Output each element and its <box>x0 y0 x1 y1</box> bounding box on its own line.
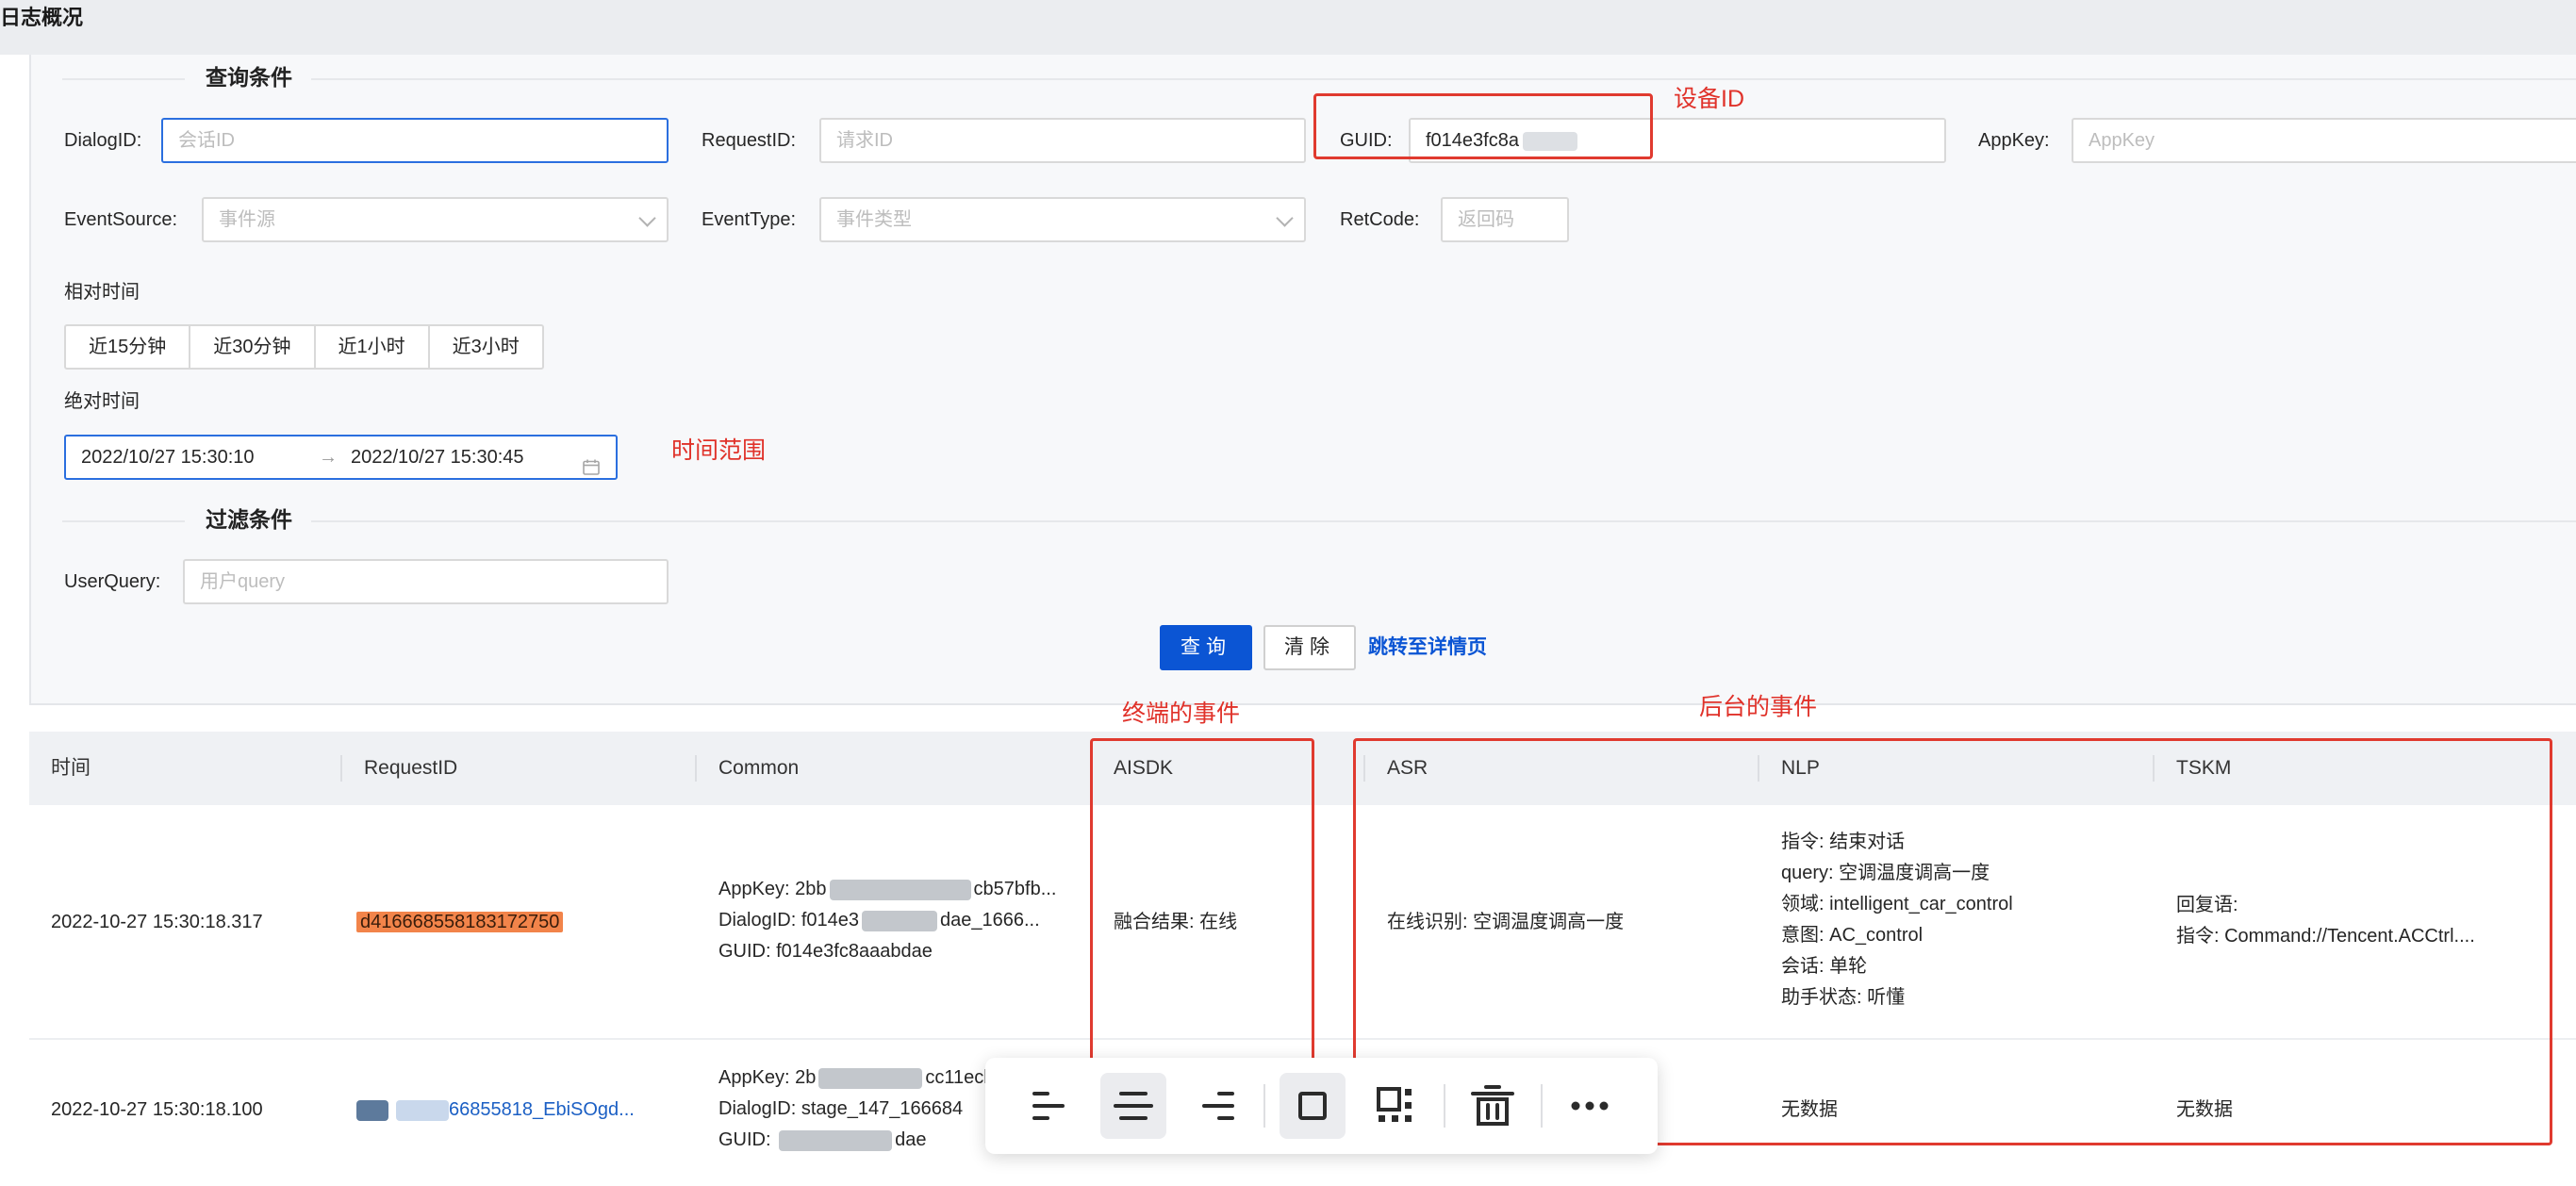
row1-common-appkey: AppKey: 2bb cb57bfb... <box>718 879 1057 900</box>
align-center-icon <box>1114 1092 1153 1120</box>
more-icon <box>1571 1101 1609 1111</box>
relative-time-15min[interactable]: 近15分钟 <box>64 324 191 370</box>
range-start[interactable]: 2022/10/27 15:30:10 <box>81 437 255 478</box>
relative-time-label: 相对时间 <box>64 282 140 303</box>
row1-common-dialogid: DialogID: f014e3 dae_1666... <box>718 910 1040 931</box>
column-separator <box>340 755 342 782</box>
align-left-button[interactable] <box>1016 1073 1082 1139</box>
section-divider <box>62 78 185 80</box>
redacted-text <box>818 1067 923 1089</box>
query-button[interactable]: 查询 <box>1160 625 1252 670</box>
relative-time-3h[interactable]: 近3小时 <box>427 324 544 370</box>
row2-common-dialogid: DialogID: stage_147_166684 <box>718 1098 964 1119</box>
request-id-input[interactable]: 请求ID <box>819 118 1306 163</box>
redacted-text <box>829 879 971 900</box>
section-divider <box>311 78 2576 80</box>
relative-time-group: 近15分钟 近30分钟 近1小时 近3小时 <box>64 324 544 370</box>
event-type-select[interactable]: 事件类型 <box>819 197 1306 242</box>
redacted-text <box>396 1099 449 1121</box>
time-range-annotation: 时间范围 <box>671 437 767 464</box>
device-id-highlight-box <box>1313 93 1653 159</box>
user-query-label: UserQuery: <box>64 571 161 592</box>
align-right-icon <box>1202 1092 1234 1120</box>
toolbar-separator <box>1263 1084 1265 1128</box>
section-divider <box>311 520 2576 522</box>
absolute-time-label: 绝对时间 <box>64 391 140 412</box>
row2-common-guid: GUID: dae <box>718 1129 927 1151</box>
row2-request-id[interactable]: 66855818_EbiSOgd... <box>356 1095 677 1126</box>
query-section-title: 查询条件 <box>206 65 292 90</box>
align-right-button[interactable] <box>1185 1073 1251 1139</box>
section-divider <box>62 520 185 522</box>
user-query-input[interactable]: 用户query <box>183 559 669 604</box>
toolbar-separator <box>1541 1084 1543 1128</box>
align-left-icon <box>1032 1092 1065 1120</box>
backend-events-annotation: 后台的事件 <box>1699 694 1818 720</box>
row2-common: AppKey: 2b cc11ecl DialogID: stage_147_16… <box>718 1062 992 1156</box>
event-type-label: EventType: <box>702 209 797 230</box>
filter-section-title: 过滤条件 <box>206 507 292 532</box>
page-title: 日志概况 <box>0 6 84 29</box>
delete-icon <box>1471 1085 1514 1126</box>
delete-button[interactable] <box>1460 1073 1526 1139</box>
floating-toolbar <box>985 1058 1658 1154</box>
row2-time: 2022-10-27 15:30:18.100 <box>51 1099 263 1120</box>
frame-button[interactable] <box>1280 1073 1346 1139</box>
more-button[interactable] <box>1557 1073 1623 1139</box>
row1-request-id[interactable]: d416668558183172750 <box>356 907 668 938</box>
request-id-label: RequestID: <box>702 130 797 151</box>
dialog-id-input[interactable]: 会话ID <box>161 118 669 163</box>
clear-button[interactable]: 清除 <box>1263 625 1356 670</box>
client-events-annotation: 终端的事件 <box>1122 700 1241 727</box>
date-range-picker[interactable]: 2022/10/27 15:30:10 → 2022/10/27 15:30:4… <box>64 435 618 480</box>
column-header-common: Common <box>718 757 800 779</box>
qr-layout-icon <box>1377 1087 1412 1122</box>
detail-page-link[interactable]: 跳转至详情页 <box>1368 625 1487 670</box>
dialog-id-label: DialogID: <box>64 130 142 151</box>
toolbar-separator <box>1444 1084 1445 1128</box>
top-bar <box>0 0 2576 55</box>
client-events-highlight-box <box>1090 738 1314 1063</box>
layout-button[interactable] <box>1362 1073 1428 1139</box>
app-key-label: AppKey: <box>1978 130 2050 151</box>
row1-common: AppKey: 2bb cb57bfb... DialogID: f014e3 da… <box>718 874 1082 967</box>
event-source-select[interactable]: 事件源 <box>202 197 669 242</box>
app-key-input[interactable]: AppKey <box>2072 118 2576 163</box>
ret-code-label: RetCode: <box>1340 209 1420 230</box>
row1-common-guid: GUID: f014e3fc8aaabdae <box>718 941 933 962</box>
column-header-request-id: RequestID <box>364 757 458 779</box>
ret-code-input[interactable]: 返回码 <box>1441 197 1569 242</box>
column-header-time: 时间 <box>51 757 91 779</box>
chevron-down-icon <box>1276 209 1294 227</box>
chevron-down-icon <box>638 209 656 227</box>
event-source-label: EventSource: <box>64 209 178 230</box>
row1-time: 2022-10-27 15:30:18.317 <box>51 912 263 932</box>
device-id-annotation: 设备ID <box>1674 86 1745 112</box>
redacted-text <box>779 1129 893 1151</box>
range-end[interactable]: 2022/10/27 15:30:45 <box>351 437 524 478</box>
relative-time-30min[interactable]: 近30分钟 <box>189 324 316 370</box>
range-arrow-icon: → <box>319 447 338 468</box>
align-center-button[interactable] <box>1100 1073 1166 1139</box>
frame-icon <box>1298 1092 1327 1120</box>
calendar-icon[interactable] <box>583 449 600 475</box>
relative-time-1h[interactable]: 近1小时 <box>313 324 430 370</box>
redacted-text <box>356 1099 388 1121</box>
redacted-text <box>861 910 937 931</box>
column-separator <box>695 755 697 782</box>
row2-common-appkey: AppKey: 2b cc11ecl <box>718 1067 988 1089</box>
